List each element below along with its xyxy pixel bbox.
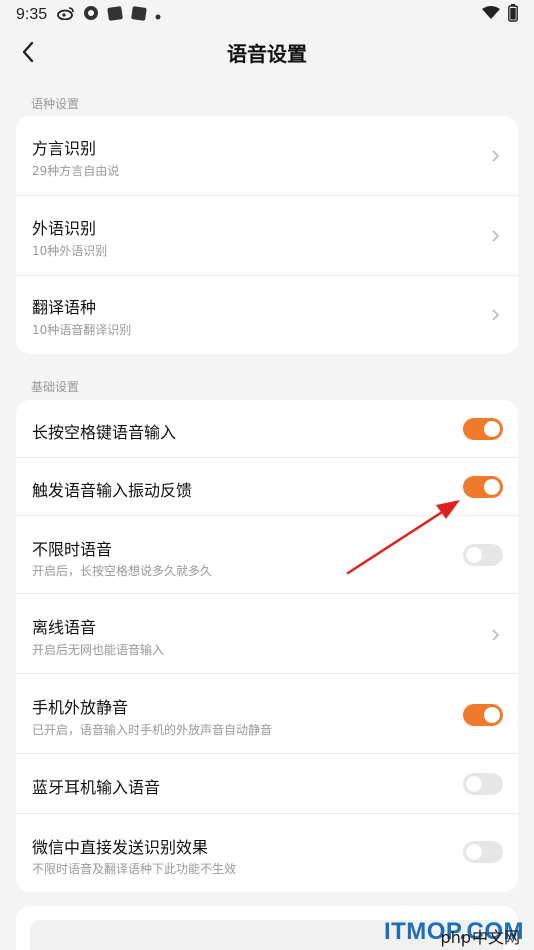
app-icon: [107, 5, 123, 25]
dot-icon: [155, 6, 161, 24]
list-item-vibration-feedback[interactable]: 触发语音输入振动反馈: [16, 458, 518, 516]
toggle-knob: [484, 707, 500, 723]
list-item-unlimited-voice[interactable]: 不限时语音 开启后，长按空格想说多久就多久: [16, 516, 518, 594]
toggle-knob: [466, 844, 482, 860]
item-subtitle: 不限时语音及翻译语种下此功能不生效: [32, 862, 237, 876]
item-title: 触发语音输入振动反馈: [32, 481, 193, 500]
list-item-foreign-recognition[interactable]: 外语识别 10种外语识别: [16, 196, 518, 276]
list-item-dialect-recognition[interactable]: 方言识别 29种方言自由说: [16, 116, 518, 196]
status-time: 9:35: [16, 6, 48, 23]
item-title: 翻译语种: [32, 298, 97, 317]
list-item-translation-language[interactable]: 翻译语种 10种语音翻译识别: [16, 276, 518, 354]
toggle-knob: [484, 421, 500, 437]
item-subtitle: 10种外语识别: [32, 244, 108, 258]
item-subtitle: 开启后无网也能语音输入: [32, 643, 165, 657]
item-title: 微信中直接发送识别效果: [32, 838, 209, 857]
item-subtitle: 29种方言自由说: [32, 164, 120, 178]
toggle-wechat-direct-send[interactable]: [463, 841, 503, 863]
app-icon: [131, 5, 147, 25]
language-settings-card: 方言识别 29种方言自由说 外语识别 10种外语识别 翻译语种 10种语音翻译识…: [16, 116, 518, 354]
chevron-right-icon: [492, 150, 500, 162]
item-title: 手机外放静音: [32, 698, 129, 717]
chevron-right-icon: [492, 230, 500, 242]
watermark-sub: php 中文网: [441, 924, 520, 948]
list-item-wechat-direct-send[interactable]: 微信中直接发送识别效果 不限时语音及翻译语种下此功能不生效: [16, 814, 518, 892]
toggle-knob: [466, 776, 482, 792]
chevron-right-icon: [492, 309, 500, 321]
list-item-long-press-space-voice[interactable]: 长按空格键语音输入: [16, 400, 518, 458]
wifi-icon: [482, 6, 500, 24]
back-button[interactable]: [14, 38, 42, 66]
basic-settings-card: 长按空格键语音输入 触发语音输入振动反馈 不限时语音 开启后，长按空格想说多久就…: [16, 400, 518, 892]
toggle-vibration-feedback[interactable]: [463, 476, 503, 498]
item-subtitle: 开启后，长按空格想说多久就多久: [32, 564, 213, 578]
item-title: 长按空格键语音输入: [32, 423, 177, 442]
page-title: 语音设置: [227, 41, 307, 66]
app-icon: [83, 5, 99, 25]
battery-icon: [508, 4, 518, 26]
section-label-language: 语种设置: [31, 97, 80, 111]
list-item-speaker-mute[interactable]: 手机外放静音 已开启，语音输入时手机的外放声音自动静音: [16, 674, 518, 754]
header: 语音设置: [0, 30, 534, 74]
toggle-knob: [484, 479, 500, 495]
list-item-offline-voice[interactable]: 离线语音 开启后无网也能语音输入: [16, 594, 518, 674]
chevron-left-icon: [22, 41, 34, 63]
item-subtitle: 已开启，语音输入时手机的外放声音自动静音: [32, 723, 273, 737]
toggle-unlimited-voice[interactable]: [463, 544, 503, 566]
item-title: 不限时语音: [32, 540, 113, 559]
weibo-icon: [57, 6, 75, 24]
section-label-basic: 基础设置: [31, 380, 80, 394]
toggle-speaker-mute[interactable]: [463, 704, 503, 726]
status-bar: 9:35: [0, 0, 534, 30]
toggle-knob: [466, 547, 482, 563]
item-subtitle: 10种语音翻译识别: [32, 323, 132, 337]
watermark-php: php: [440, 928, 471, 947]
item-title: 外语识别: [32, 219, 97, 238]
toggle-long-press-space-voice[interactable]: [463, 418, 503, 440]
item-title: 蓝牙耳机输入语音: [32, 778, 161, 797]
chevron-right-icon: [492, 629, 500, 641]
toggle-bluetooth-voice[interactable]: [463, 773, 503, 795]
item-title: 离线语音: [32, 618, 97, 637]
item-title: 方言识别: [32, 139, 97, 158]
list-item-bluetooth-voice[interactable]: 蓝牙耳机输入语音: [16, 754, 518, 814]
watermark-cn: 中文网: [471, 928, 520, 947]
